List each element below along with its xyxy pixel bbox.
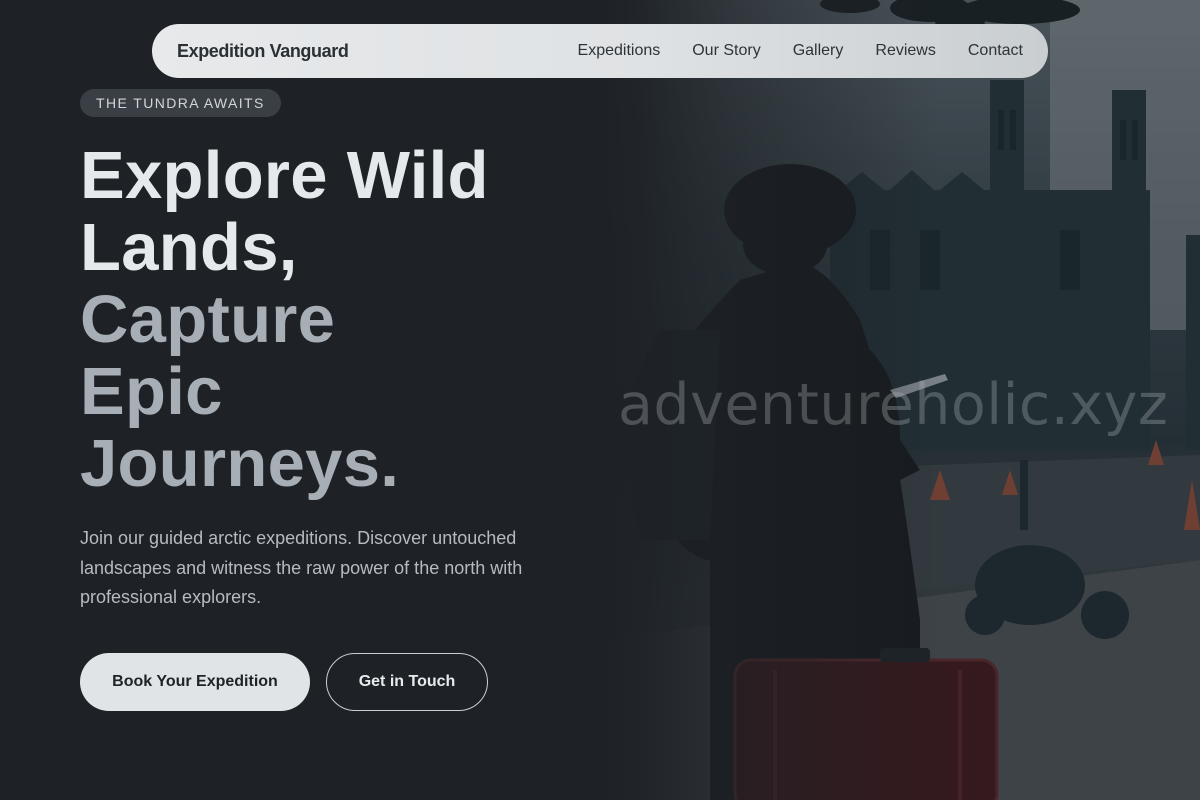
headline-line-5: Journeys. [80,426,400,501]
nav-link-contact[interactable]: Contact [968,42,1023,60]
nav-link-gallery[interactable]: Gallery [793,42,844,60]
book-expedition-button[interactable]: Book Your Expedition [80,653,310,711]
nav-link-our-story[interactable]: Our Story [692,42,760,60]
landing-page: adventureholic.xyz Expedition Vanguard E… [0,0,1200,800]
nav-link-expeditions[interactable]: Expeditions [578,42,661,60]
watermark-text: adventureholic.xyz [618,372,1169,438]
navbar: Expedition Vanguard Expeditions Our Stor… [152,24,1048,78]
hero-headline: Explore Wild Lands, Capture Epic Journey… [80,140,489,500]
headline-line-2: Lands, [80,210,298,285]
hero-badge: THE TUNDRA AWAITS [80,89,281,117]
headline-line-3: Capture [80,282,336,357]
brand-logo[interactable]: Expedition Vanguard [177,41,349,62]
nav-links: Expeditions Our Story Gallery Reviews Co… [578,42,1023,60]
headline-line-1: Explore Wild [80,138,489,213]
get-in-touch-button[interactable]: Get in Touch [326,653,488,711]
nav-link-reviews[interactable]: Reviews [875,42,935,60]
headline-line-4: Epic [80,354,223,429]
hero-description: Join our guided arctic expeditions. Disc… [80,528,523,607]
